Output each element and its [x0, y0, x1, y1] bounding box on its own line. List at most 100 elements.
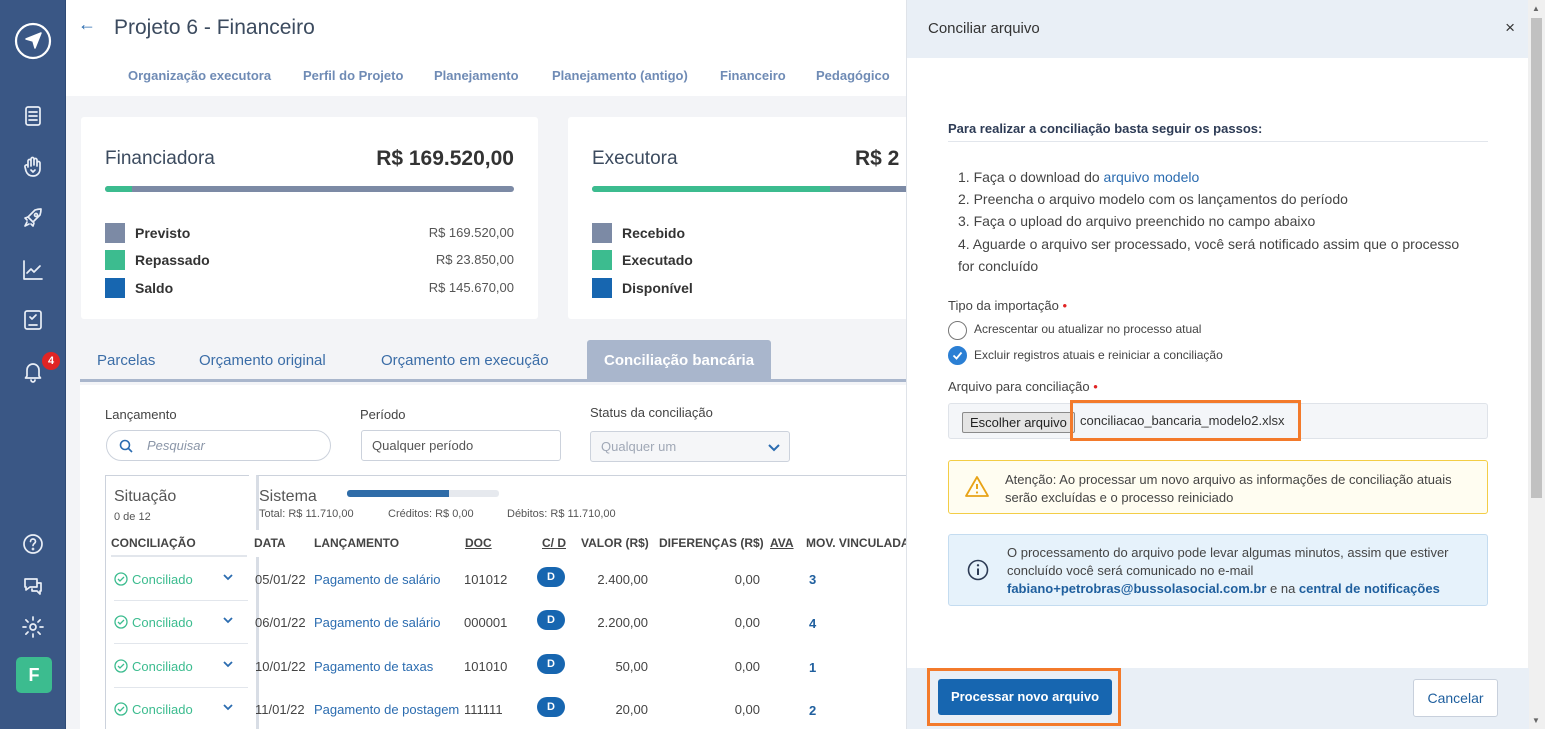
page-title: Projeto 6 - Financeiro: [114, 16, 315, 39]
sistema-progress: [347, 490, 499, 497]
conciliacao-cell[interactable]: Conciliado: [114, 688, 248, 729]
legend-label: Saldo: [135, 280, 174, 296]
chevron-down-icon[interactable]: [222, 658, 234, 670]
divider: [948, 141, 1488, 142]
scroll-up-icon[interactable]: ▲: [1532, 4, 1540, 13]
chart-icon[interactable]: [18, 255, 48, 285]
tab-orcamento-execucao[interactable]: Orçamento em execução: [364, 340, 566, 382]
row-mov[interactable]: 4: [809, 616, 816, 631]
row-lancamento-link[interactable]: Pagamento de postagem: [314, 702, 459, 717]
close-icon[interactable]: ×: [1505, 18, 1515, 38]
check-circle-icon: [114, 702, 128, 716]
financiadora-progress: [105, 186, 514, 192]
rocket-icon[interactable]: [18, 203, 48, 233]
tab-planejamento-antigo[interactable]: Planejamento (antigo): [552, 68, 688, 83]
row-date: 05/01/22: [255, 572, 306, 587]
warning-box: Atenção: Ao processar um novo arquivo as…: [948, 460, 1488, 514]
conciliacao-cell[interactable]: Conciliado: [114, 558, 248, 601]
legend-value: R$ 169.520,00: [428, 225, 514, 240]
scroll-down-icon[interactable]: ▼: [1532, 716, 1540, 725]
legend-value: R$ 23.850,00: [435, 252, 514, 267]
debit-badge: D: [537, 697, 565, 717]
cancel-button[interactable]: Cancelar: [1413, 679, 1498, 717]
tab-orcamento-original[interactable]: Orçamento original: [182, 340, 343, 382]
tab-conciliacao-bancaria[interactable]: Conciliação bancária: [587, 340, 772, 382]
info-box: O processamento do arquivo pode levar al…: [948, 534, 1488, 606]
logo-icon[interactable]: [14, 22, 52, 60]
row-mov[interactable]: 3: [809, 572, 816, 587]
search-placeholder: Pesquisar: [147, 438, 205, 453]
debit-badge: D: [537, 654, 565, 674]
legend-label: Disponível: [622, 280, 693, 296]
debit-badge: D: [537, 567, 565, 587]
row-doc: 000001: [464, 615, 508, 630]
content-tabs: Parcelas Orçamento original Orçamento em…: [80, 340, 980, 382]
legend-label: Repassado: [135, 252, 210, 268]
row-date: 06/01/22: [255, 615, 306, 630]
back-arrow-icon[interactable]: ←: [78, 14, 96, 35]
scrollbar[interactable]: ▲ ▼: [1528, 0, 1545, 729]
col-label: CONCILIAÇÃO: [111, 536, 196, 550]
tab-pedagogico[interactable]: Pedagógico: [816, 68, 890, 83]
user-avatar[interactable]: F: [16, 657, 52, 693]
report-icon[interactable]: [18, 305, 48, 335]
document-icon[interactable]: [18, 101, 48, 131]
chat-icon[interactable]: [18, 571, 48, 601]
scroll-thumb[interactable]: [1531, 18, 1542, 498]
arquivo-modelo-link[interactable]: arquivo modelo: [1104, 169, 1200, 185]
status-text: Conciliado: [132, 615, 193, 630]
gear-icon[interactable]: [18, 612, 48, 642]
row-mov[interactable]: 2: [809, 703, 816, 718]
column-ava[interactable]: AVA: [770, 530, 800, 557]
row-lancamento-link[interactable]: Pagamento de taxas: [314, 659, 433, 674]
periodo-select[interactable]: Qualquer período: [361, 430, 561, 461]
row-lancamento-link[interactable]: Pagamento de salário: [314, 572, 440, 587]
step-4: 4. Aguarde o arquivo ser processado, voc…: [958, 236, 1460, 252]
column-doc[interactable]: DOC: [465, 530, 515, 557]
tab-organizacao[interactable]: Organização executora: [128, 68, 271, 83]
column-cd[interactable]: C/ D: [542, 530, 572, 557]
conciliar-arquivo-panel: Conciliar arquivo × ▲ ▼ Para realizar a …: [906, 0, 1545, 729]
tab-planejamento[interactable]: Planejamento: [434, 68, 519, 83]
chevron-down-icon[interactable]: [222, 701, 234, 713]
legend-repassado: Repassado R$ 23.850,00: [105, 250, 514, 270]
chevron-down-icon[interactable]: [222, 614, 234, 626]
search-input[interactable]: Pesquisar: [106, 430, 331, 461]
info-email: fabiano+petrobras@bussolasocial.com.br: [1007, 581, 1267, 596]
radio-acrescentar[interactable]: [948, 321, 967, 340]
search-icon: [119, 439, 133, 453]
column-mov-vinculada: MOV. VINCULADA: [806, 530, 916, 557]
check-icon: [952, 351, 963, 360]
legend-value: R$ 145.670,00: [428, 280, 514, 295]
radio-excluir[interactable]: [948, 346, 967, 365]
row-cd: D: [537, 610, 565, 630]
panel-footer: Processar novo arquivo Cancelar: [907, 668, 1529, 729]
sistema-total: Total: R$ 11.710,00: [259, 508, 354, 520]
conciliacao-cell[interactable]: Conciliado: [114, 601, 248, 644]
choose-file-button[interactable]: Escolher arquivo: [962, 412, 1075, 433]
chevron-down-icon[interactable]: [222, 571, 234, 583]
conciliacao-cell[interactable]: Conciliado: [114, 645, 248, 688]
tab-parcelas[interactable]: Parcelas: [80, 340, 172, 382]
process-new-file-button[interactable]: Processar novo arquivo: [938, 679, 1112, 715]
notification-center-link[interactable]: central de notificações: [1299, 581, 1440, 596]
financiadora-card: Financiadora R$ 169.520,00 Previsto R$ 1…: [81, 117, 538, 319]
file-name: conciliacao_bancaria_modelo2.xlsx: [1070, 400, 1301, 441]
status-select[interactable]: Qualquer um: [590, 431, 790, 462]
row-cd: D: [537, 697, 565, 717]
step-2: 2. Preencha o arquivo modelo com os lanç…: [958, 191, 1348, 207]
status-label: Status da conciliação: [590, 405, 713, 420]
row-cd: D: [537, 567, 565, 587]
tipo-label: Tipo da importação •: [948, 298, 1067, 313]
row-lancamento-link[interactable]: Pagamento de salário: [314, 615, 440, 630]
help-icon[interactable]: [18, 529, 48, 559]
tab-perfil[interactable]: Perfil do Projeto: [303, 68, 403, 83]
row-mov[interactable]: 1: [809, 660, 816, 675]
radio-excluir-label[interactable]: Excluir registros atuais e reiniciar a c…: [974, 348, 1223, 362]
tab-financeiro[interactable]: Financeiro: [720, 68, 786, 83]
hand-icon[interactable]: [18, 152, 48, 182]
row-valor: 50,00: [615, 659, 648, 674]
column-diferencas: DIFERENÇAS (R$): [659, 530, 764, 557]
radio-acrescentar-label[interactable]: Acrescentar ou atualizar no processo atu…: [974, 322, 1201, 336]
warning-text: Atenção: Ao processar um novo arquivo as…: [1005, 472, 1452, 505]
